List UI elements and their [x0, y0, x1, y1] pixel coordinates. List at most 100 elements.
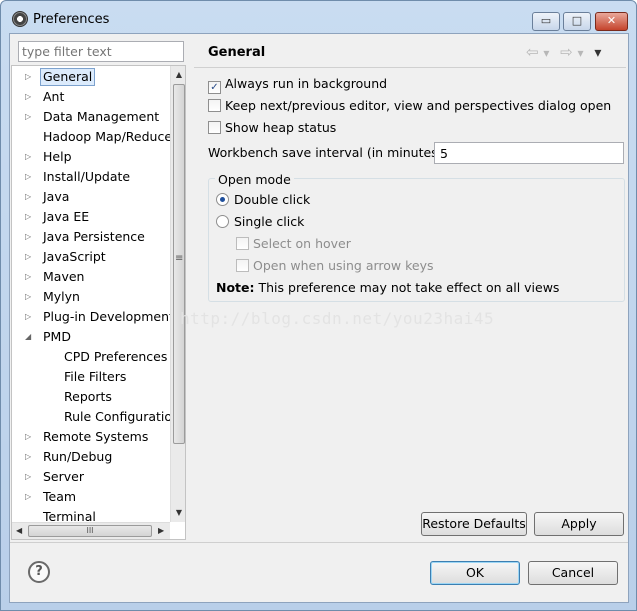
- dialog-body: Terminal▷Team▷Server▷Run/Debug▷Remote Sy…: [9, 33, 629, 603]
- save-interval-input[interactable]: [434, 142, 624, 164]
- show-heap-status-option[interactable]: Show heap status: [208, 118, 336, 138]
- back-menu-icon[interactable]: ▾: [543, 46, 549, 60]
- collapsed-arrow-icon[interactable]: ▷: [25, 467, 33, 487]
- tree-item-label: Run/Debug: [43, 449, 113, 464]
- tree-item-label: Data Management: [43, 109, 160, 124]
- keep-dialog-open-option[interactable]: Keep next/previous editor, view and pers…: [208, 96, 611, 116]
- page-title: General: [208, 45, 266, 60]
- tree-horizontal-scrollbar[interactable]: ◀ III ▶: [12, 522, 170, 539]
- collapsed-arrow-icon[interactable]: ▷: [25, 267, 33, 287]
- show-heap-status-label: Show heap status: [225, 120, 337, 135]
- filter-input[interactable]: [18, 41, 184, 62]
- collapsed-arrow-icon[interactable]: ▷: [25, 287, 33, 307]
- collapsed-arrow-icon[interactable]: ▷: [25, 207, 33, 227]
- collapsed-arrow-icon[interactable]: ▷: [25, 427, 33, 447]
- header-divider: [194, 67, 626, 68]
- tree-vertical-scrollbar[interactable]: ▲ ≡ ▼: [170, 66, 185, 522]
- tree-item-label: Help: [43, 149, 72, 164]
- horizontal-scroll-thumb[interactable]: III: [28, 525, 152, 537]
- tree-item[interactable]: CPD Preferences: [12, 347, 170, 367]
- tree-item[interactable]: ▷ Ant: [12, 87, 170, 107]
- tree-item[interactable]: Reports: [12, 387, 170, 407]
- ok-button[interactable]: OK: [430, 561, 520, 585]
- collapsed-arrow-icon[interactable]: ▷: [25, 307, 33, 327]
- grip-icon: ≡: [175, 253, 184, 264]
- tree-item[interactable]: ▷ Java Persistence: [12, 227, 170, 247]
- collapsed-arrow-icon[interactable]: ▷: [25, 87, 33, 107]
- double-click-radio[interactable]: [216, 193, 229, 206]
- forward-arrow-icon[interactable]: ⇨: [560, 43, 573, 61]
- double-click-label: Double click: [234, 192, 311, 207]
- tree-item[interactable]: ▷ Remote Systems: [12, 427, 170, 447]
- show-heap-status-checkbox[interactable]: [208, 121, 221, 134]
- expanded-arrow-icon[interactable]: ◢: [25, 327, 33, 347]
- note-text: This preference may not take effect on a…: [258, 280, 560, 295]
- cancel-button[interactable]: Cancel: [528, 561, 618, 585]
- tree-item[interactable]: Hadoop Map/Reduce: [12, 127, 173, 147]
- back-arrow-icon[interactable]: ⇦: [526, 43, 539, 61]
- tree-item[interactable]: ▷ Team: [12, 487, 170, 507]
- tree-item[interactable]: ▷ Data Management: [12, 107, 170, 127]
- tree-item-label: Install/Update: [43, 169, 131, 184]
- tree-item[interactable]: ▷ Run/Debug: [12, 447, 170, 467]
- collapsed-arrow-icon[interactable]: ▷: [25, 487, 33, 507]
- title-bar[interactable]: Preferences ▭ □ ✕: [1, 1, 636, 33]
- collapsed-arrow-icon[interactable]: ▷: [25, 227, 33, 247]
- tree-item-label: Rule Configuration: [64, 409, 180, 424]
- tree-item-label: Hadoop Map/Reduce: [43, 129, 173, 144]
- tree-item[interactable]: ▷ Help: [12, 147, 170, 167]
- tree-item-label: Java: [43, 189, 70, 204]
- tree-item[interactable]: ▷ General: [12, 67, 170, 87]
- page-header: General ⇦ ▾ ⇨ ▾ ▾: [194, 39, 626, 65]
- tree-item[interactable]: Rule Configuration: [12, 407, 180, 427]
- forward-menu-icon[interactable]: ▾: [578, 46, 584, 60]
- collapsed-arrow-icon[interactable]: ▷: [25, 107, 33, 127]
- preferences-window: Preferences ▭ □ ✕ Terminal▷Team▷Server▷R…: [0, 0, 637, 611]
- tree-item[interactable]: ◢ PMD: [12, 327, 170, 347]
- tree-item[interactable]: ▷ Java EE: [12, 207, 170, 227]
- scroll-up-icon[interactable]: ▲: [174, 70, 184, 79]
- open-arrow-keys-label: Open when using arrow keys: [253, 258, 434, 273]
- collapsed-arrow-icon[interactable]: ▷: [25, 167, 33, 187]
- always-run-background-checkbox[interactable]: ✓: [208, 81, 221, 94]
- tree-item-label: File Filters: [64, 369, 127, 384]
- tree-item-label: JavaScript: [43, 249, 106, 264]
- always-run-background-option[interactable]: ✓ Always run in background: [208, 74, 387, 94]
- scroll-down-icon[interactable]: ▼: [174, 508, 184, 517]
- collapsed-arrow-icon[interactable]: ▷: [25, 147, 33, 167]
- view-menu-icon[interactable]: ▾: [594, 45, 601, 61]
- collapsed-arrow-icon[interactable]: ▷: [25, 187, 33, 207]
- collapsed-arrow-icon[interactable]: ▷: [25, 67, 33, 87]
- minimize-button[interactable]: ▭: [532, 12, 560, 31]
- scroll-right-icon[interactable]: ▶: [158, 526, 164, 535]
- collapsed-arrow-icon[interactable]: ▷: [25, 247, 33, 267]
- double-click-option[interactable]: Double click: [216, 190, 310, 210]
- single-click-option[interactable]: Single click: [216, 212, 304, 232]
- apply-button[interactable]: Apply: [534, 512, 624, 536]
- tree-item-label: Plug-in Development: [43, 309, 174, 324]
- tree-item[interactable]: ▷ JavaScript: [12, 247, 170, 267]
- tree-item[interactable]: File Filters: [12, 367, 170, 387]
- tree-item-label: Ant: [43, 89, 65, 104]
- vertical-scroll-thumb[interactable]: ≡: [173, 84, 185, 444]
- tree-item[interactable]: ▷ Mylyn: [12, 287, 170, 307]
- scroll-left-icon[interactable]: ◀: [16, 526, 22, 535]
- restore-defaults-button[interactable]: Restore Defaults: [421, 512, 527, 536]
- tree-item-label: Maven: [43, 269, 85, 284]
- collapsed-arrow-icon[interactable]: ▷: [25, 447, 33, 467]
- keep-dialog-open-checkbox[interactable]: [208, 99, 221, 112]
- tree-item-label: Team: [43, 489, 77, 504]
- maximize-button[interactable]: □: [563, 12, 591, 31]
- tree-item-label: Java EE: [43, 209, 90, 224]
- tree-item[interactable]: ▷ Server: [12, 467, 170, 487]
- help-icon[interactable]: ?: [28, 561, 50, 583]
- single-click-radio[interactable]: [216, 215, 229, 228]
- open-arrow-keys-checkbox: [236, 259, 249, 272]
- close-button[interactable]: ✕: [595, 12, 628, 31]
- tree-item[interactable]: ▷ Plug-in Development: [12, 307, 174, 327]
- tree-item[interactable]: ▷ Install/Update: [12, 167, 170, 187]
- footer-divider: [10, 542, 628, 543]
- tree-item[interactable]: ▷ Maven: [12, 267, 170, 287]
- tree-item[interactable]: ▷ Java: [12, 187, 170, 207]
- preference-tree[interactable]: Terminal ▷ Team ▷ Server ▷ Run/Debug ▷ Remote Sy…: [11, 65, 186, 540]
